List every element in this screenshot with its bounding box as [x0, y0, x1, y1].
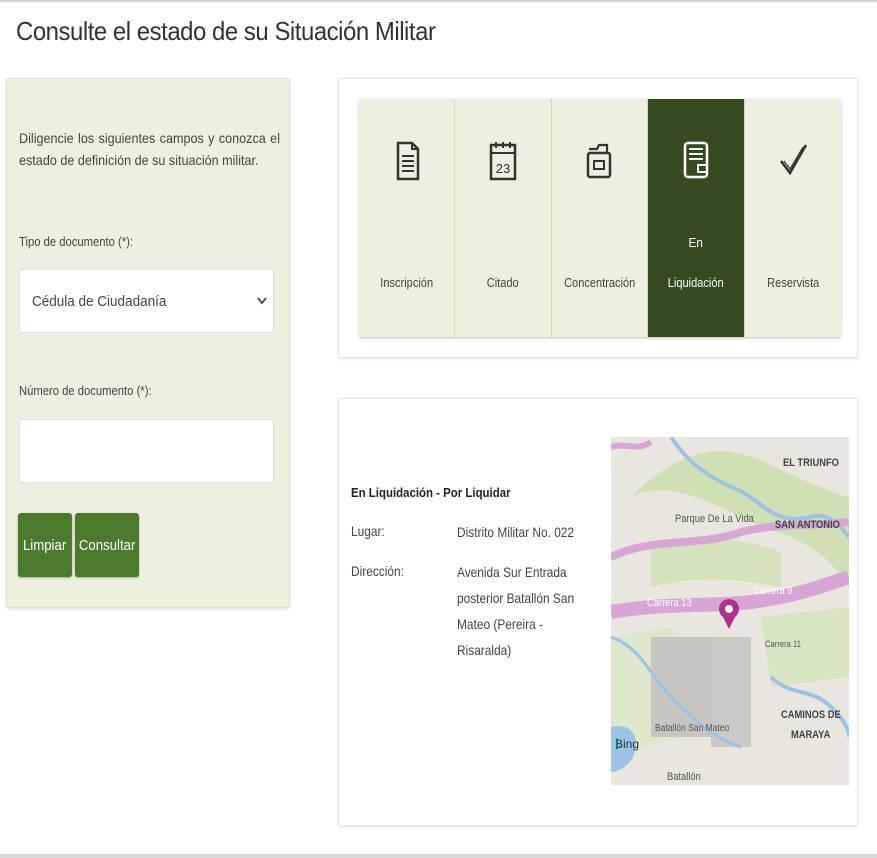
map-label-caminos: CAMINOS DE [781, 709, 841, 721]
doc-type-select[interactable]: Cédula de Ciudadanía [19, 269, 274, 333]
map-label-batallon-san-mateo: Batallón San Mateo [655, 723, 730, 734]
detail-card: En Liquidación - Por Liquidar Lugar: Dis… [338, 398, 858, 826]
top-border [0, 0, 877, 2]
wallet-icon [648, 139, 743, 183]
document-icon [359, 139, 454, 183]
doc-number-input[interactable] [19, 419, 274, 483]
submit-button-label: Consultar [78, 536, 136, 554]
map-label-carrera9: Carrera 9 [753, 585, 793, 597]
step-reservista: Reservista [744, 99, 841, 337]
place-label: Lugar: [351, 523, 385, 539]
doc-number-label: Número de documento (*): [19, 384, 152, 398]
step-concentracion: Concentración [551, 99, 649, 337]
submit-button[interactable]: Consultar [75, 513, 139, 577]
address-label: Dirección: [351, 563, 404, 579]
step-citado: 23 Citado [455, 99, 552, 337]
map-label-maraya: MARAYA [791, 729, 831, 741]
step-liquidacion: En Liquidación [648, 99, 745, 337]
clear-button[interactable]: Limpiar [18, 513, 72, 577]
clear-button-label: Limpiar [23, 536, 67, 554]
bing-icon [616, 738, 622, 750]
step-label: Liquidación [667, 275, 724, 290]
detail-title: En Liquidación - Por Liquidar [351, 485, 511, 500]
map-label-carrera11: Carrera 11 [765, 639, 802, 649]
chevron-down-icon [257, 292, 267, 308]
step-label: Reservista [766, 275, 819, 290]
status-steps: Inscripción 23 Citado Concentración En L… [359, 99, 841, 337]
calendar-icon: 23 [455, 139, 550, 183]
place-value: Distrito Militar No. 022 [457, 524, 575, 540]
status-steps-card: Inscripción 23 Citado Concentración En L… [338, 78, 858, 358]
doc-type-selected-value: Cédula de Ciudadanía [32, 292, 167, 310]
address-value: Avenida Sur Entrada posterior Batallón S… [457, 564, 575, 658]
doc-type-label: Tipo de documento (*): [19, 235, 134, 249]
location-map[interactable]: EL TRIUNFO Parque De La Vida SAN ANTONIO… [611, 437, 849, 785]
map-label-parque: Parque De La Vida [675, 513, 754, 525]
step-label: Concentración [563, 275, 636, 290]
step-label: Inscripción [380, 275, 434, 290]
map-label-el-triunfo: EL TRIUNFO [783, 457, 839, 469]
page-title: Consulte el estado de su Situación Milit… [16, 16, 436, 46]
svg-text:23: 23 [496, 161, 510, 176]
map-label-carrera13: Carrera 13 [647, 597, 692, 609]
bottom-border [0, 854, 877, 858]
step-prefix: En [688, 235, 704, 250]
query-form-panel: Diligencie los siguientes campos y conoz… [6, 78, 290, 608]
bing-logo: Bing [615, 737, 639, 751]
map-label-batallon: Batallón [667, 771, 701, 783]
form-intro-text: Diligencie los siguientes campos y conoz… [19, 130, 280, 168]
folder-icon [552, 139, 647, 183]
step-inscripcion: Inscripción [359, 99, 456, 337]
checkmark-icon [745, 139, 841, 183]
map-label-san-antonio: SAN ANTONIO [775, 519, 840, 531]
step-label: Citado [487, 275, 520, 290]
